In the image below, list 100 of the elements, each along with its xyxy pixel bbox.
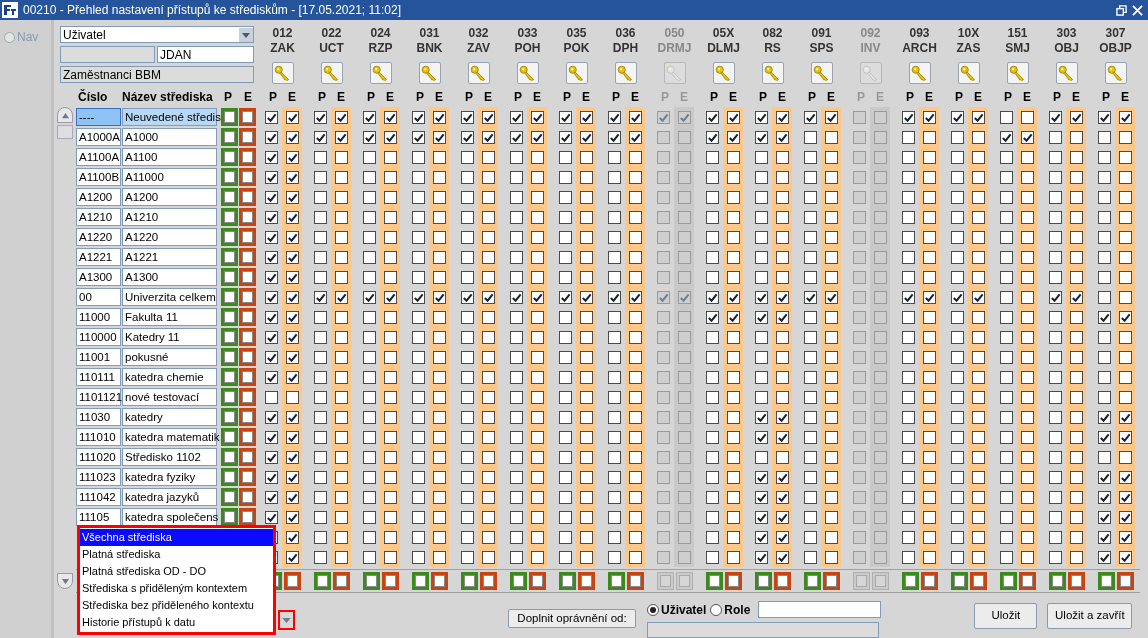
scroll-down-button[interactable] — [57, 573, 73, 589]
code-cell[interactable]: 00 — [76, 288, 121, 306]
column-e-toggle[interactable] — [626, 572, 644, 590]
row-e-toggle[interactable] — [238, 288, 256, 306]
column-e-toggle[interactable] — [920, 572, 938, 590]
name-cell[interactable]: pokusné — [122, 348, 217, 366]
code-cell[interactable]: A1100A — [76, 148, 121, 166]
row-e-toggle[interactable] — [238, 508, 256, 526]
fill-permissions-button[interactable]: Doplnit oprávnění od: — [508, 609, 636, 628]
name-cell[interactable]: katedra společens — [122, 508, 217, 526]
key-button[interactable] — [565, 62, 588, 84]
name-cell[interactable]: A1000 — [122, 128, 217, 146]
code-cell[interactable]: A1220 — [76, 228, 121, 246]
row-p-toggle[interactable] — [220, 508, 238, 526]
save-button[interactable]: Uložit — [974, 603, 1038, 629]
code-cell[interactable]: 11105 — [76, 508, 121, 526]
filter-dropdown-button[interactable] — [278, 610, 295, 630]
row-e-toggle[interactable] — [238, 308, 256, 326]
key-button[interactable] — [467, 62, 490, 84]
name-cell[interactable]: A1220 — [122, 228, 217, 246]
row-e-toggle[interactable] — [238, 168, 256, 186]
menu-option[interactable]: Všechna střediska — [80, 529, 273, 546]
name-cell[interactable]: A1200 — [122, 188, 217, 206]
column-e-toggle[interactable] — [332, 572, 350, 590]
row-p-toggle[interactable] — [220, 428, 238, 446]
name-cell[interactable]: A1100 — [122, 148, 217, 166]
code-cell[interactable]: 111010 — [76, 428, 121, 446]
nav-radio[interactable] — [4, 31, 15, 43]
row-e-toggle[interactable] — [238, 128, 256, 146]
row-e-toggle[interactable] — [238, 268, 256, 286]
row-p-toggle[interactable] — [220, 448, 238, 466]
row-p-toggle[interactable] — [220, 188, 238, 206]
key-button[interactable] — [418, 62, 441, 84]
row-p-toggle[interactable] — [220, 128, 238, 146]
column-p-toggle[interactable] — [460, 572, 478, 590]
code-cell[interactable]: ---- — [76, 108, 121, 126]
row-p-toggle[interactable] — [220, 148, 238, 166]
row-p-toggle[interactable] — [220, 328, 238, 346]
column-e-toggle[interactable] — [381, 572, 399, 590]
code-cell[interactable]: 110111 — [76, 368, 121, 386]
code-cell[interactable]: A1000A — [76, 128, 121, 146]
user-code-field[interactable] — [60, 46, 155, 63]
user-id-field[interactable]: JDAN — [157, 46, 254, 63]
key-button[interactable] — [957, 62, 980, 84]
row-e-toggle[interactable] — [238, 348, 256, 366]
column-e-toggle[interactable] — [577, 572, 595, 590]
column-p-toggle[interactable] — [558, 572, 576, 590]
column-e-toggle[interactable] — [479, 572, 497, 590]
row-e-toggle[interactable] — [238, 188, 256, 206]
column-p-toggle[interactable] — [313, 572, 331, 590]
row-p-toggle[interactable] — [220, 108, 238, 126]
column-p-toggle[interactable] — [901, 572, 919, 590]
key-button[interactable] — [320, 62, 343, 84]
code-cell[interactable]: 111023 — [76, 468, 121, 486]
code-cell[interactable]: 11000 — [76, 308, 121, 326]
radio-button[interactable] — [647, 603, 659, 616]
name-cell[interactable]: A11000 — [122, 168, 217, 186]
row-e-toggle[interactable] — [238, 428, 256, 446]
column-p-toggle[interactable] — [362, 572, 380, 590]
code-cell[interactable]: 1101121 — [76, 388, 121, 406]
code-cell[interactable]: A1210 — [76, 208, 121, 226]
row-e-toggle[interactable] — [238, 248, 256, 266]
row-e-toggle[interactable] — [238, 108, 256, 126]
key-button[interactable] — [614, 62, 637, 84]
column-p-toggle[interactable] — [705, 572, 723, 590]
row-e-toggle[interactable] — [238, 488, 256, 506]
key-button[interactable] — [271, 62, 294, 84]
row-p-toggle[interactable] — [220, 488, 238, 506]
name-cell[interactable]: Katedry 11 — [122, 328, 217, 346]
row-p-toggle[interactable] — [220, 408, 238, 426]
column-e-toggle[interactable] — [675, 572, 693, 590]
column-e-toggle[interactable] — [1067, 572, 1085, 590]
column-e-toggle[interactable] — [1116, 572, 1134, 590]
scroll-up-button[interactable] — [57, 107, 73, 123]
save-close-button[interactable]: Uložit a zavřít — [1047, 603, 1133, 629]
code-cell[interactable]: A1221 — [76, 248, 121, 266]
column-e-toggle[interactable] — [773, 572, 791, 590]
key-button[interactable] — [761, 62, 784, 84]
column-p-toggle[interactable] — [656, 572, 674, 590]
name-cell[interactable]: A1300 — [122, 268, 217, 286]
name-cell[interactable]: A1221 — [122, 248, 217, 266]
code-cell[interactable]: 11030 — [76, 408, 121, 426]
row-p-toggle[interactable] — [220, 208, 238, 226]
code-cell[interactable]: A1200 — [76, 188, 121, 206]
name-cell[interactable]: Fakulta 11 — [122, 308, 217, 326]
row-e-toggle[interactable] — [238, 148, 256, 166]
name-cell[interactable]: nové testovací — [122, 388, 217, 406]
row-e-toggle[interactable] — [238, 408, 256, 426]
name-cell[interactable]: katedra chemie — [122, 368, 217, 386]
column-p-toggle[interactable] — [950, 572, 968, 590]
name-cell[interactable]: A1210 — [122, 208, 217, 226]
column-p-toggle[interactable] — [607, 572, 625, 590]
row-e-toggle[interactable] — [238, 228, 256, 246]
name-cell[interactable]: katedry — [122, 408, 217, 426]
row-e-toggle[interactable] — [238, 388, 256, 406]
row-p-toggle[interactable] — [220, 168, 238, 186]
key-button[interactable] — [810, 62, 833, 84]
code-cell[interactable]: 111042 — [76, 488, 121, 506]
key-button[interactable] — [516, 62, 539, 84]
row-p-toggle[interactable] — [220, 288, 238, 306]
